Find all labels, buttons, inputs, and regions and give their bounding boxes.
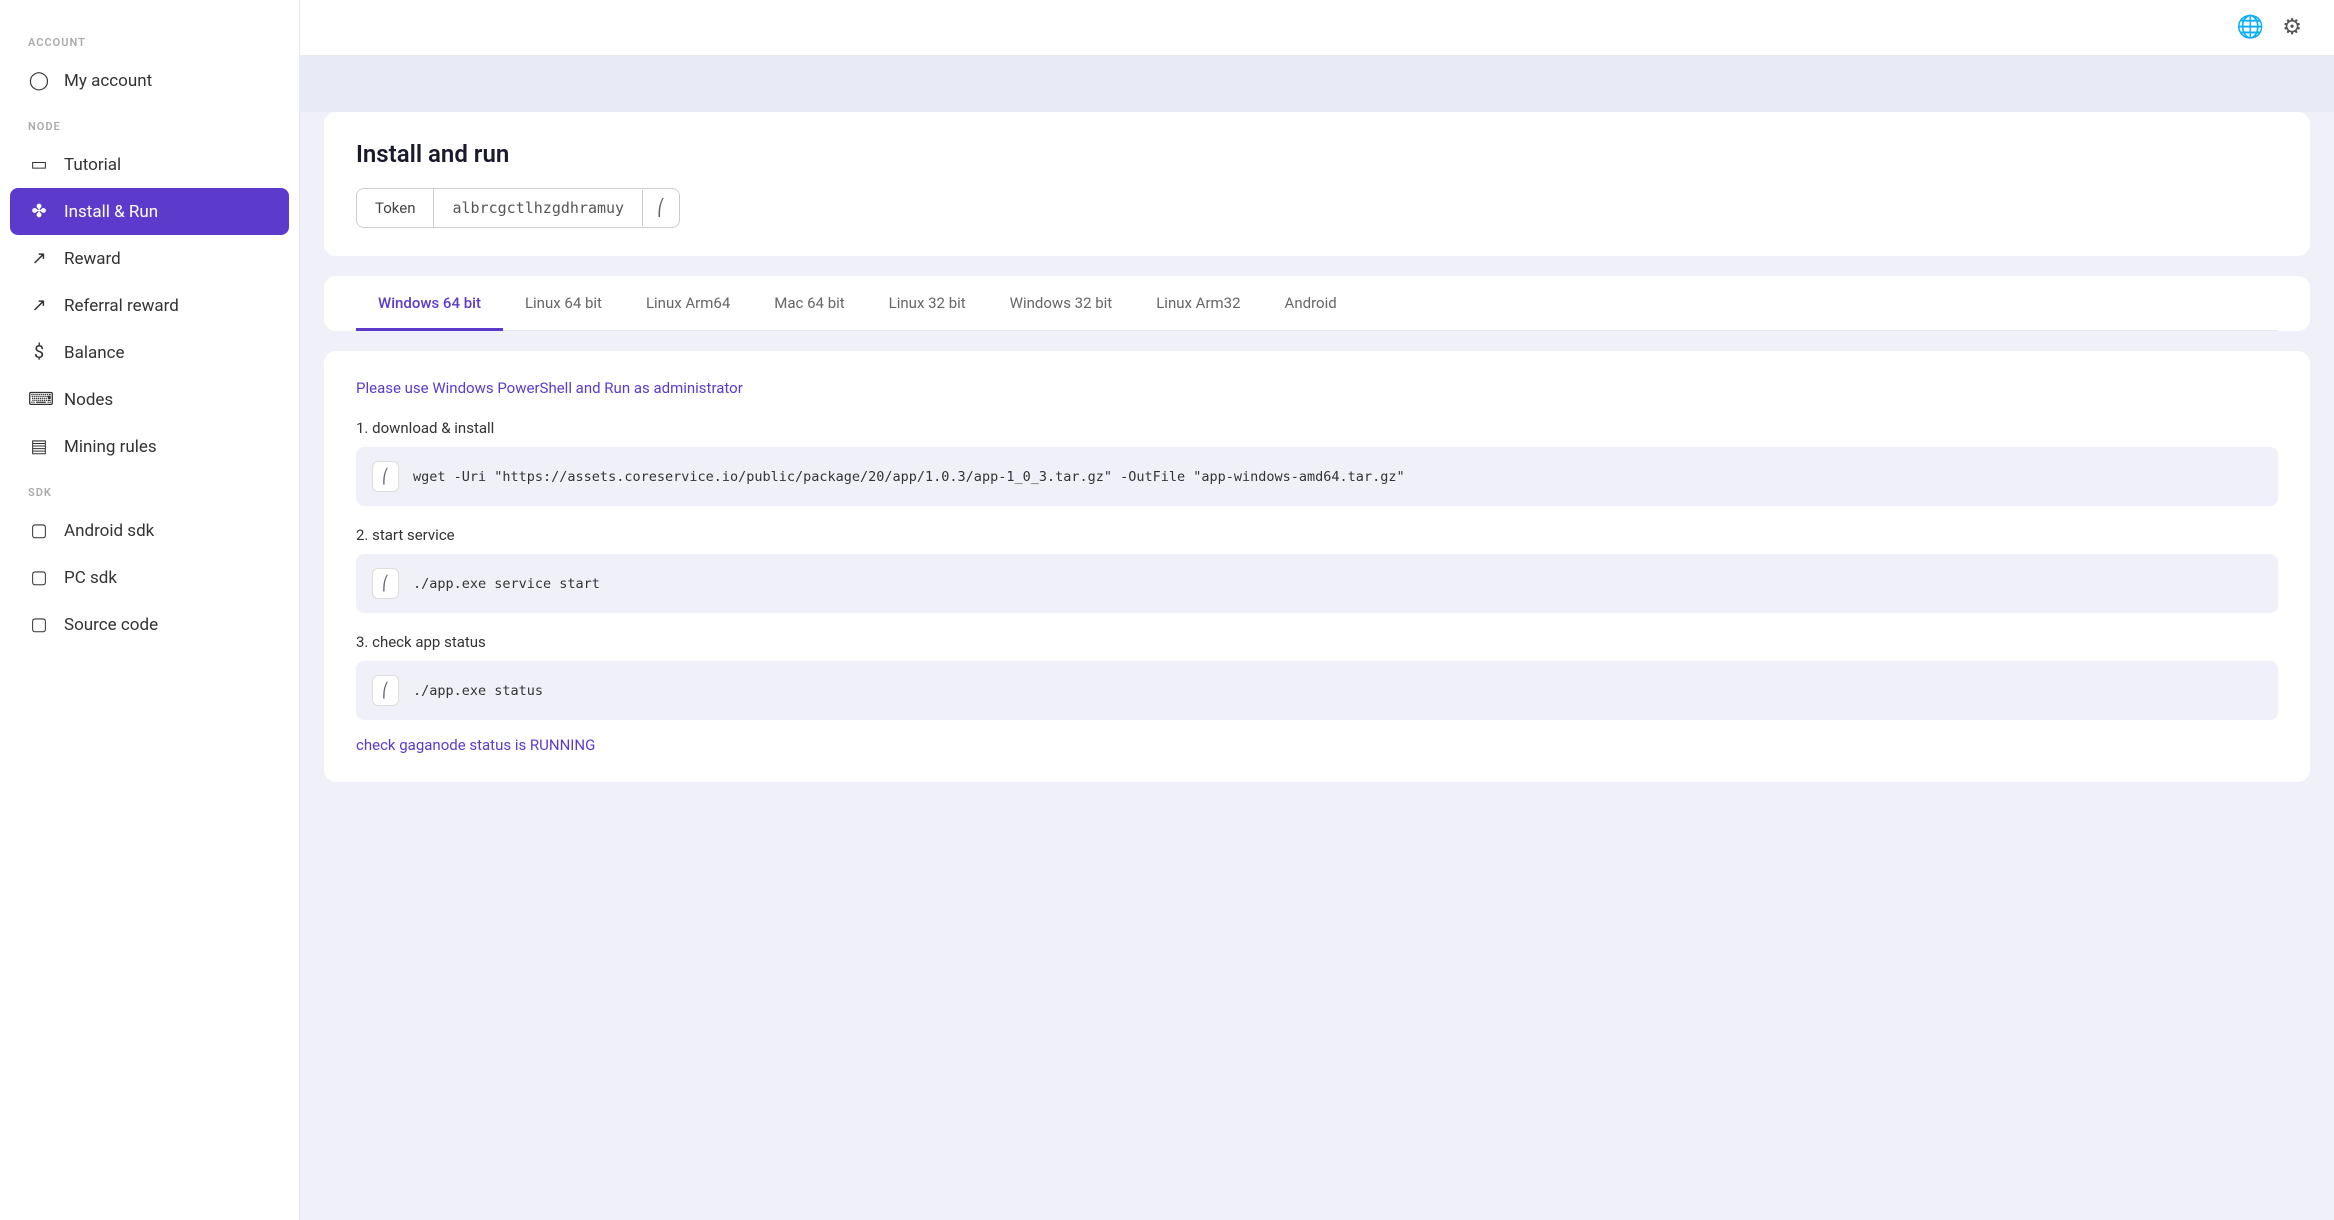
token-value: albrcgctlhzgdhramuy [434, 189, 642, 227]
sidebar-item-tutorial[interactable]: ▭ Tutorial [0, 141, 299, 188]
copy-step1-button[interactable]: ⎛ [372, 461, 399, 492]
step1-command: wget -Uri "https://assets.coreservice.io… [413, 469, 1405, 485]
sidebar-item-my-account[interactable]: ◯ My account [0, 57, 299, 104]
tab-mac-64-bit[interactable]: Mac 64 bit [752, 276, 866, 331]
step3-command: ./app.exe status [413, 683, 543, 699]
globe-icon[interactable]: 🌐 [2237, 15, 2264, 40]
sidebar-item-balance[interactable]: $ Balance [0, 329, 299, 376]
person-icon: ◯ [28, 70, 50, 91]
sidebar-section-node: NODE [0, 104, 299, 141]
install-card: Install and run Token albrcgctlhzgdhramu… [324, 112, 2310, 256]
sidebar-item-pc-sdk[interactable]: ▢ PC sdk [0, 554, 299, 601]
token-row: Token albrcgctlhzgdhramuy ⎛ [356, 188, 680, 228]
tab-linux-32-bit[interactable]: Linux 32 bit [867, 276, 988, 331]
step1-command-box: ⎛ wget -Uri "https://assets.coreservice.… [356, 447, 2278, 506]
status-link[interactable]: check gaganode status is RUNNING [356, 736, 2278, 754]
sidebar-item-referral-reward[interactable]: ↗ Referral reward [0, 282, 299, 329]
sidebar-item-mining-rules[interactable]: ▤ Mining rules [0, 423, 299, 470]
content-area: Install and run Token albrcgctlhzgdhramu… [300, 56, 2334, 1220]
sidebar-section-account: ACCOUNT [0, 20, 299, 57]
copy-step3-button[interactable]: ⎛ [372, 675, 399, 706]
tab-windows-32-bit[interactable]: Windows 32 bit [988, 276, 1135, 331]
step2-command: ./app.exe service start [413, 576, 600, 592]
referral-icon: ↗ [28, 295, 50, 316]
card-title: Install and run [356, 140, 2278, 168]
dollar-icon: $ [28, 342, 50, 363]
main-content: 🌐 ⚙ Install and run Token albrcgctlhzgdh… [300, 0, 2334, 1220]
sidebar-item-install-run[interactable]: ✤ Install & Run [10, 188, 289, 235]
tabs-row: Windows 64 bitLinux 64 bitLinux Arm64Mac… [356, 276, 2278, 331]
admin-notice[interactable]: Please use Windows PowerShell and Run as… [356, 379, 2278, 397]
pc-sdk-icon: ▢ [28, 567, 50, 588]
token-label: Token [357, 189, 434, 227]
step2-command-box: ⎛ ./app.exe service start [356, 554, 2278, 613]
step1-label: 1. download & install [356, 419, 2278, 437]
settings-icon[interactable]: ⚙ [2282, 15, 2302, 40]
tutorial-icon: ▭ [28, 154, 50, 175]
step3-label: 3. check app status [356, 633, 2278, 651]
step2-label: 2. start service [356, 526, 2278, 544]
banner-strip [300, 56, 2334, 112]
nodes-icon: ⌨ [28, 389, 50, 410]
reward-icon: ↗ [28, 248, 50, 269]
tab-android[interactable]: Android [1263, 276, 1359, 331]
wrench-icon: ✤ [28, 201, 50, 222]
copy-token-button[interactable]: ⎛ [642, 190, 679, 226]
tab-windows-64-bit[interactable]: Windows 64 bit [356, 276, 503, 331]
tab-linux-64-bit[interactable]: Linux 64 bit [503, 276, 624, 331]
mining-rules-icon: ▤ [28, 436, 50, 457]
source-code-icon: ▢ [28, 614, 50, 635]
copy-step2-button[interactable]: ⎛ [372, 568, 399, 599]
tabs-card: Windows 64 bitLinux 64 bitLinux Arm64Mac… [324, 276, 2310, 331]
top-bar: 🌐 ⚙ [300, 0, 2334, 56]
tab-linux-arm64[interactable]: Linux Arm64 [624, 276, 752, 331]
sidebar-item-reward[interactable]: ↗ Reward [0, 235, 299, 282]
android-sdk-icon: ▢ [28, 520, 50, 541]
sidebar: ACCOUNT ◯ My account NODE ▭ Tutorial ✤ I… [0, 0, 300, 1220]
tab-linux-arm32[interactable]: Linux Arm32 [1134, 276, 1262, 331]
instructions-card: Please use Windows PowerShell and Run as… [324, 351, 2310, 782]
step3-command-box: ⎛ ./app.exe status [356, 661, 2278, 720]
sidebar-item-nodes[interactable]: ⌨ Nodes [0, 376, 299, 423]
sidebar-section-sdk: SDK [0, 470, 299, 507]
sidebar-item-android-sdk[interactable]: ▢ Android sdk [0, 507, 299, 554]
sidebar-item-source-code[interactable]: ▢ Source code [0, 601, 299, 648]
